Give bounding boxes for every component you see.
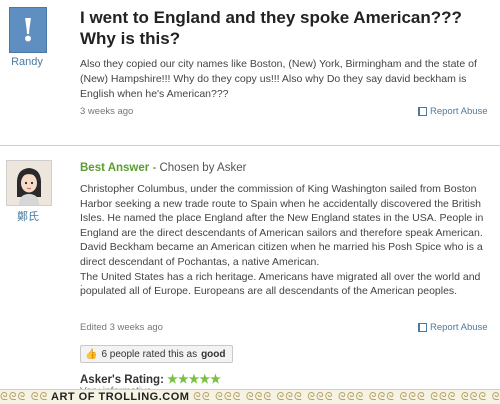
askers-rating: Asker's Rating: ★★★★★: [80, 372, 221, 386]
chosen-by-asker-label: - Chosen by Asker: [152, 162, 247, 174]
answer-edited-timestamp: Edited 3 weeks ago: [80, 322, 163, 333]
best-answer-label: Best Answer: [80, 162, 150, 174]
rating-count-text: 6 people rated this as: [101, 348, 198, 360]
answerer-avatar[interactable]: [6, 160, 52, 206]
rating-word: good: [201, 348, 226, 360]
watermark-logo: ART OF TROLLING.COM: [48, 390, 193, 404]
thumbs-up-icon: 👍: [85, 348, 98, 360]
rate-answer-button[interactable]: 👍 6 people rated this as good: [80, 345, 233, 363]
question-username[interactable]: Randy: [0, 56, 54, 68]
best-answer-heading: Best Answer - Chosen by Asker: [80, 162, 246, 174]
exclamation-icon: !: [20, 11, 36, 49]
answer-paragraph: Christopher Columbus, under the commissi…: [80, 183, 484, 268]
question-body: Also they copied our city names like Bos…: [80, 58, 477, 100]
question-timestamp: 3 weeks ago: [80, 106, 134, 117]
askers-rating-label: Asker's Rating:: [80, 374, 164, 386]
answer-dot: .: [80, 278, 83, 289]
answer-report-abuse-link[interactable]: Report Abuse: [418, 322, 488, 333]
watermark-banner: ᘓᘓᘓ ᘓᘓᘓ ᘓᘓᘓ ᘓᘓᘓ ᘓᘓᘓ ᘓᘓᘓ ᘓᘓᘓ ᘓᘓᘓ ᘓᘓᘓ ᘓᘓᘓ …: [0, 389, 500, 404]
question-report-abuse-link[interactable]: Report Abuse: [418, 106, 488, 117]
question-title: I went to England and they spoke America…: [80, 8, 462, 48]
question-avatar-icon[interactable]: !: [9, 7, 47, 53]
flag-icon: [418, 323, 427, 332]
avatar-illustration-icon: [7, 161, 51, 205]
star-rating-icon: ★★★★★: [167, 372, 221, 386]
report-abuse-label: Report Abuse: [430, 106, 488, 117]
answer-section: 鄭氏 Best Answer - Chosen by Asker Christo…: [0, 146, 500, 392]
answer-paragraph: The United States has a rich heritage. A…: [80, 270, 481, 298]
answer-body: Christopher Columbus, under the commissi…: [80, 182, 495, 299]
question-section: ! Randy I went to England and they spoke…: [0, 0, 500, 145]
flag-icon: [418, 107, 427, 116]
answerer-username[interactable]: 鄭氏: [0, 208, 56, 224]
report-abuse-label: Report Abuse: [430, 322, 488, 333]
